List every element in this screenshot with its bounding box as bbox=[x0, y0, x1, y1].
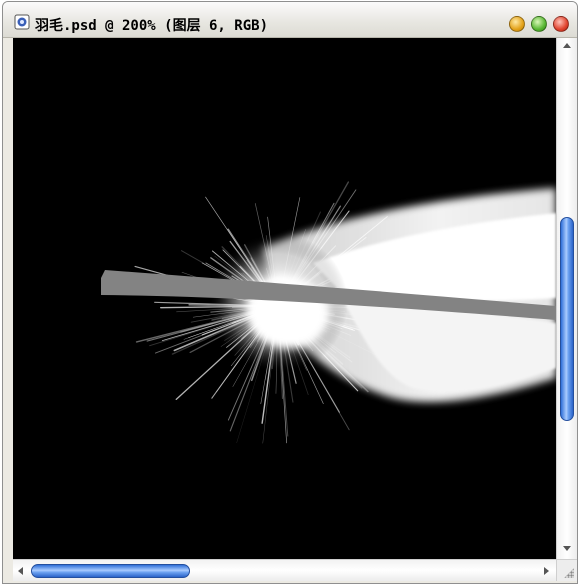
scroll-down-arrow-icon[interactable] bbox=[563, 546, 571, 551]
vertical-scroll-thumb[interactable] bbox=[560, 216, 574, 421]
minimize-button[interactable] bbox=[509, 16, 525, 32]
zoom-button[interactable] bbox=[531, 16, 547, 32]
feather-artwork bbox=[101, 181, 556, 444]
title-bar[interactable]: 羽毛.psd @ 200% (图层 6, RGB) bbox=[3, 2, 577, 38]
document-window: 羽毛.psd @ 200% (图层 6, RGB) bbox=[2, 1, 578, 584]
resize-grip[interactable] bbox=[556, 559, 577, 581]
scroll-up-arrow-icon[interactable] bbox=[563, 43, 571, 48]
resize-grip-icon bbox=[564, 568, 574, 578]
scroll-right-arrow-icon[interactable] bbox=[544, 567, 549, 575]
vertical-scrollbar[interactable] bbox=[556, 38, 577, 559]
close-button[interactable] bbox=[553, 16, 569, 32]
photoshop-document-icon bbox=[14, 14, 30, 30]
horizontal-scrollbar[interactable] bbox=[13, 559, 556, 581]
horizontal-scroll-thumb[interactable] bbox=[31, 564, 191, 578]
scroll-left-arrow-icon[interactable] bbox=[18, 567, 23, 575]
document-canvas[interactable] bbox=[13, 38, 556, 559]
window-title: 羽毛.psd @ 200% (图层 6, RGB) bbox=[35, 18, 269, 34]
